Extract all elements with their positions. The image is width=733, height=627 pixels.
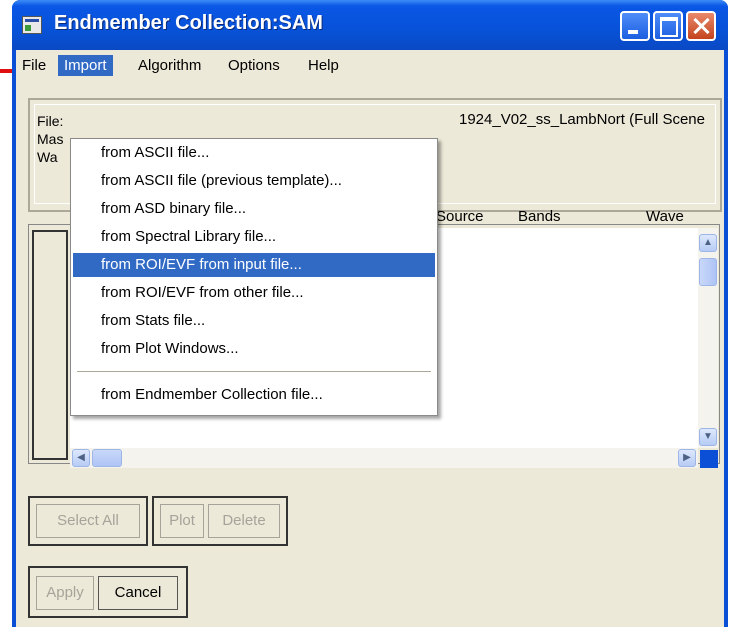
minimize-button[interactable]	[620, 11, 650, 41]
close-button[interactable]	[686, 11, 716, 41]
menu-item-from-stats-file[interactable]: from Stats file...	[73, 309, 435, 333]
app-icon[interactable]	[22, 16, 42, 34]
select-all-button[interactable]: Select All	[36, 504, 140, 538]
title-bar[interactable]: Endmember Collection:SAM	[12, 0, 728, 50]
menu-bar: File Import Algorithm Options Help	[16, 50, 724, 80]
menu-item-from-plot-windows[interactable]: from Plot Windows...	[73, 337, 435, 361]
menu-item-from-endmember-collection-file[interactable]: from Endmember Collection file...	[73, 383, 435, 407]
menu-separator	[77, 371, 431, 372]
maximize-button[interactable]	[653, 11, 683, 41]
import-dropdown-menu: from ASCII file... from ASCII file (prev…	[70, 138, 438, 416]
menu-item-from-spectral-library-file[interactable]: from Spectral Library file...	[73, 225, 435, 249]
select-all-group: Select All	[28, 496, 148, 546]
scroll-down-icon[interactable]: ▼	[699, 428, 717, 446]
column-bands[interactable]: Bands	[518, 208, 561, 225]
file-name-value: 1924_V02_ss_LambNort (Full Scene	[459, 111, 705, 128]
window-title: Endmember Collection:SAM	[54, 12, 323, 34]
endmember-collection-window: Endmember Collection:SAM File Import Alg…	[12, 0, 728, 627]
menu-item-from-ascii-file[interactable]: from ASCII file...	[73, 141, 435, 165]
menu-item-from-roi-evf-other-file[interactable]: from ROI/EVF from other file...	[73, 281, 435, 305]
file-label: File:	[37, 113, 64, 129]
menu-item-from-ascii-previous-template[interactable]: from ASCII file (previous template)...	[73, 169, 435, 193]
column-wave[interactable]: Wave	[646, 208, 684, 225]
list-side-panel	[32, 230, 68, 460]
window-client-area: File Import Algorithm Options Help File:…	[16, 50, 724, 627]
vertical-scrollbar[interactable]: ▲ ▼	[698, 228, 718, 448]
menu-item-from-roi-evf-input-file[interactable]: from ROI/EVF from input file...	[73, 253, 435, 277]
apply-button[interactable]: Apply	[36, 576, 94, 610]
horizontal-scrollbar[interactable]: ◀ ▶	[70, 448, 698, 468]
apply-cancel-group: Apply Cancel	[28, 566, 188, 618]
plot-button[interactable]: Plot	[160, 504, 204, 538]
scrollbar-corner	[700, 450, 718, 468]
mask-label: Mas	[37, 131, 64, 147]
column-source[interactable]: Source	[436, 208, 484, 225]
menu-algorithm[interactable]: Algorithm	[132, 55, 207, 76]
plot-delete-group: Plot Delete	[152, 496, 288, 546]
menu-file[interactable]: File	[16, 55, 52, 76]
menu-help[interactable]: Help	[302, 55, 345, 76]
wavelength-label: Wa	[37, 149, 58, 165]
menu-item-from-asd-binary-file[interactable]: from ASD binary file...	[73, 197, 435, 221]
vertical-scroll-thumb[interactable]	[699, 258, 717, 286]
horizontal-scroll-thumb[interactable]	[92, 449, 122, 467]
scroll-right-icon[interactable]: ▶	[678, 449, 696, 467]
menu-import[interactable]: Import	[58, 55, 113, 76]
delete-button[interactable]: Delete	[208, 504, 280, 538]
scroll-up-icon[interactable]: ▲	[699, 234, 717, 252]
menu-options[interactable]: Options	[222, 55, 286, 76]
cancel-button[interactable]: Cancel	[98, 576, 178, 610]
scroll-left-icon[interactable]: ◀	[72, 449, 90, 467]
